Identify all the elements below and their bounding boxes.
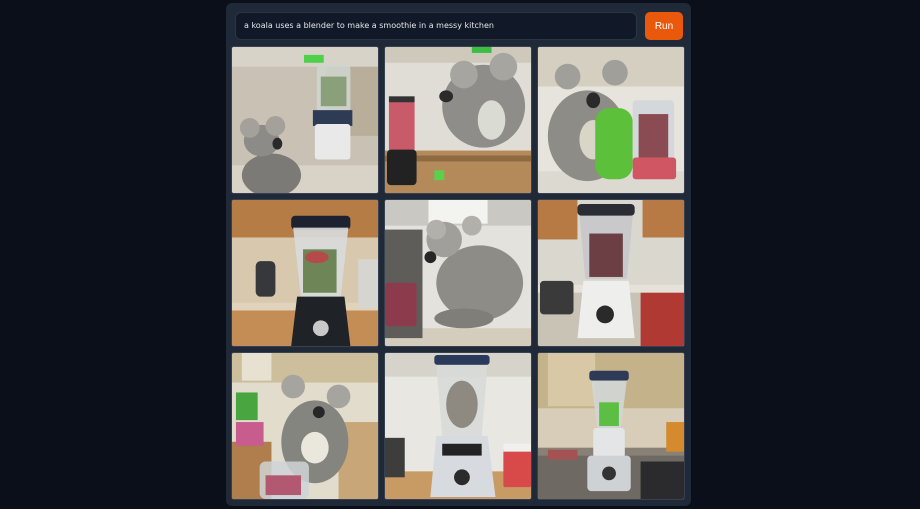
gallery-image[interactable]	[231, 46, 379, 194]
prompt-input[interactable]: a koala uses a blender to make a smoothi…	[235, 12, 637, 40]
gallery-image[interactable]	[384, 46, 532, 194]
gallery-image[interactable]	[537, 352, 685, 500]
generator-panel: a koala uses a blender to make a smoothi…	[226, 3, 691, 506]
gallery-image[interactable]	[231, 352, 379, 500]
gallery-image[interactable]	[537, 46, 685, 194]
gallery-image[interactable]	[231, 199, 379, 347]
gallery-image[interactable]	[384, 199, 532, 347]
gallery-image[interactable]	[384, 352, 532, 500]
gallery-image[interactable]	[537, 199, 685, 347]
image-gallery	[231, 46, 687, 502]
run-button[interactable]: Run	[645, 12, 683, 40]
